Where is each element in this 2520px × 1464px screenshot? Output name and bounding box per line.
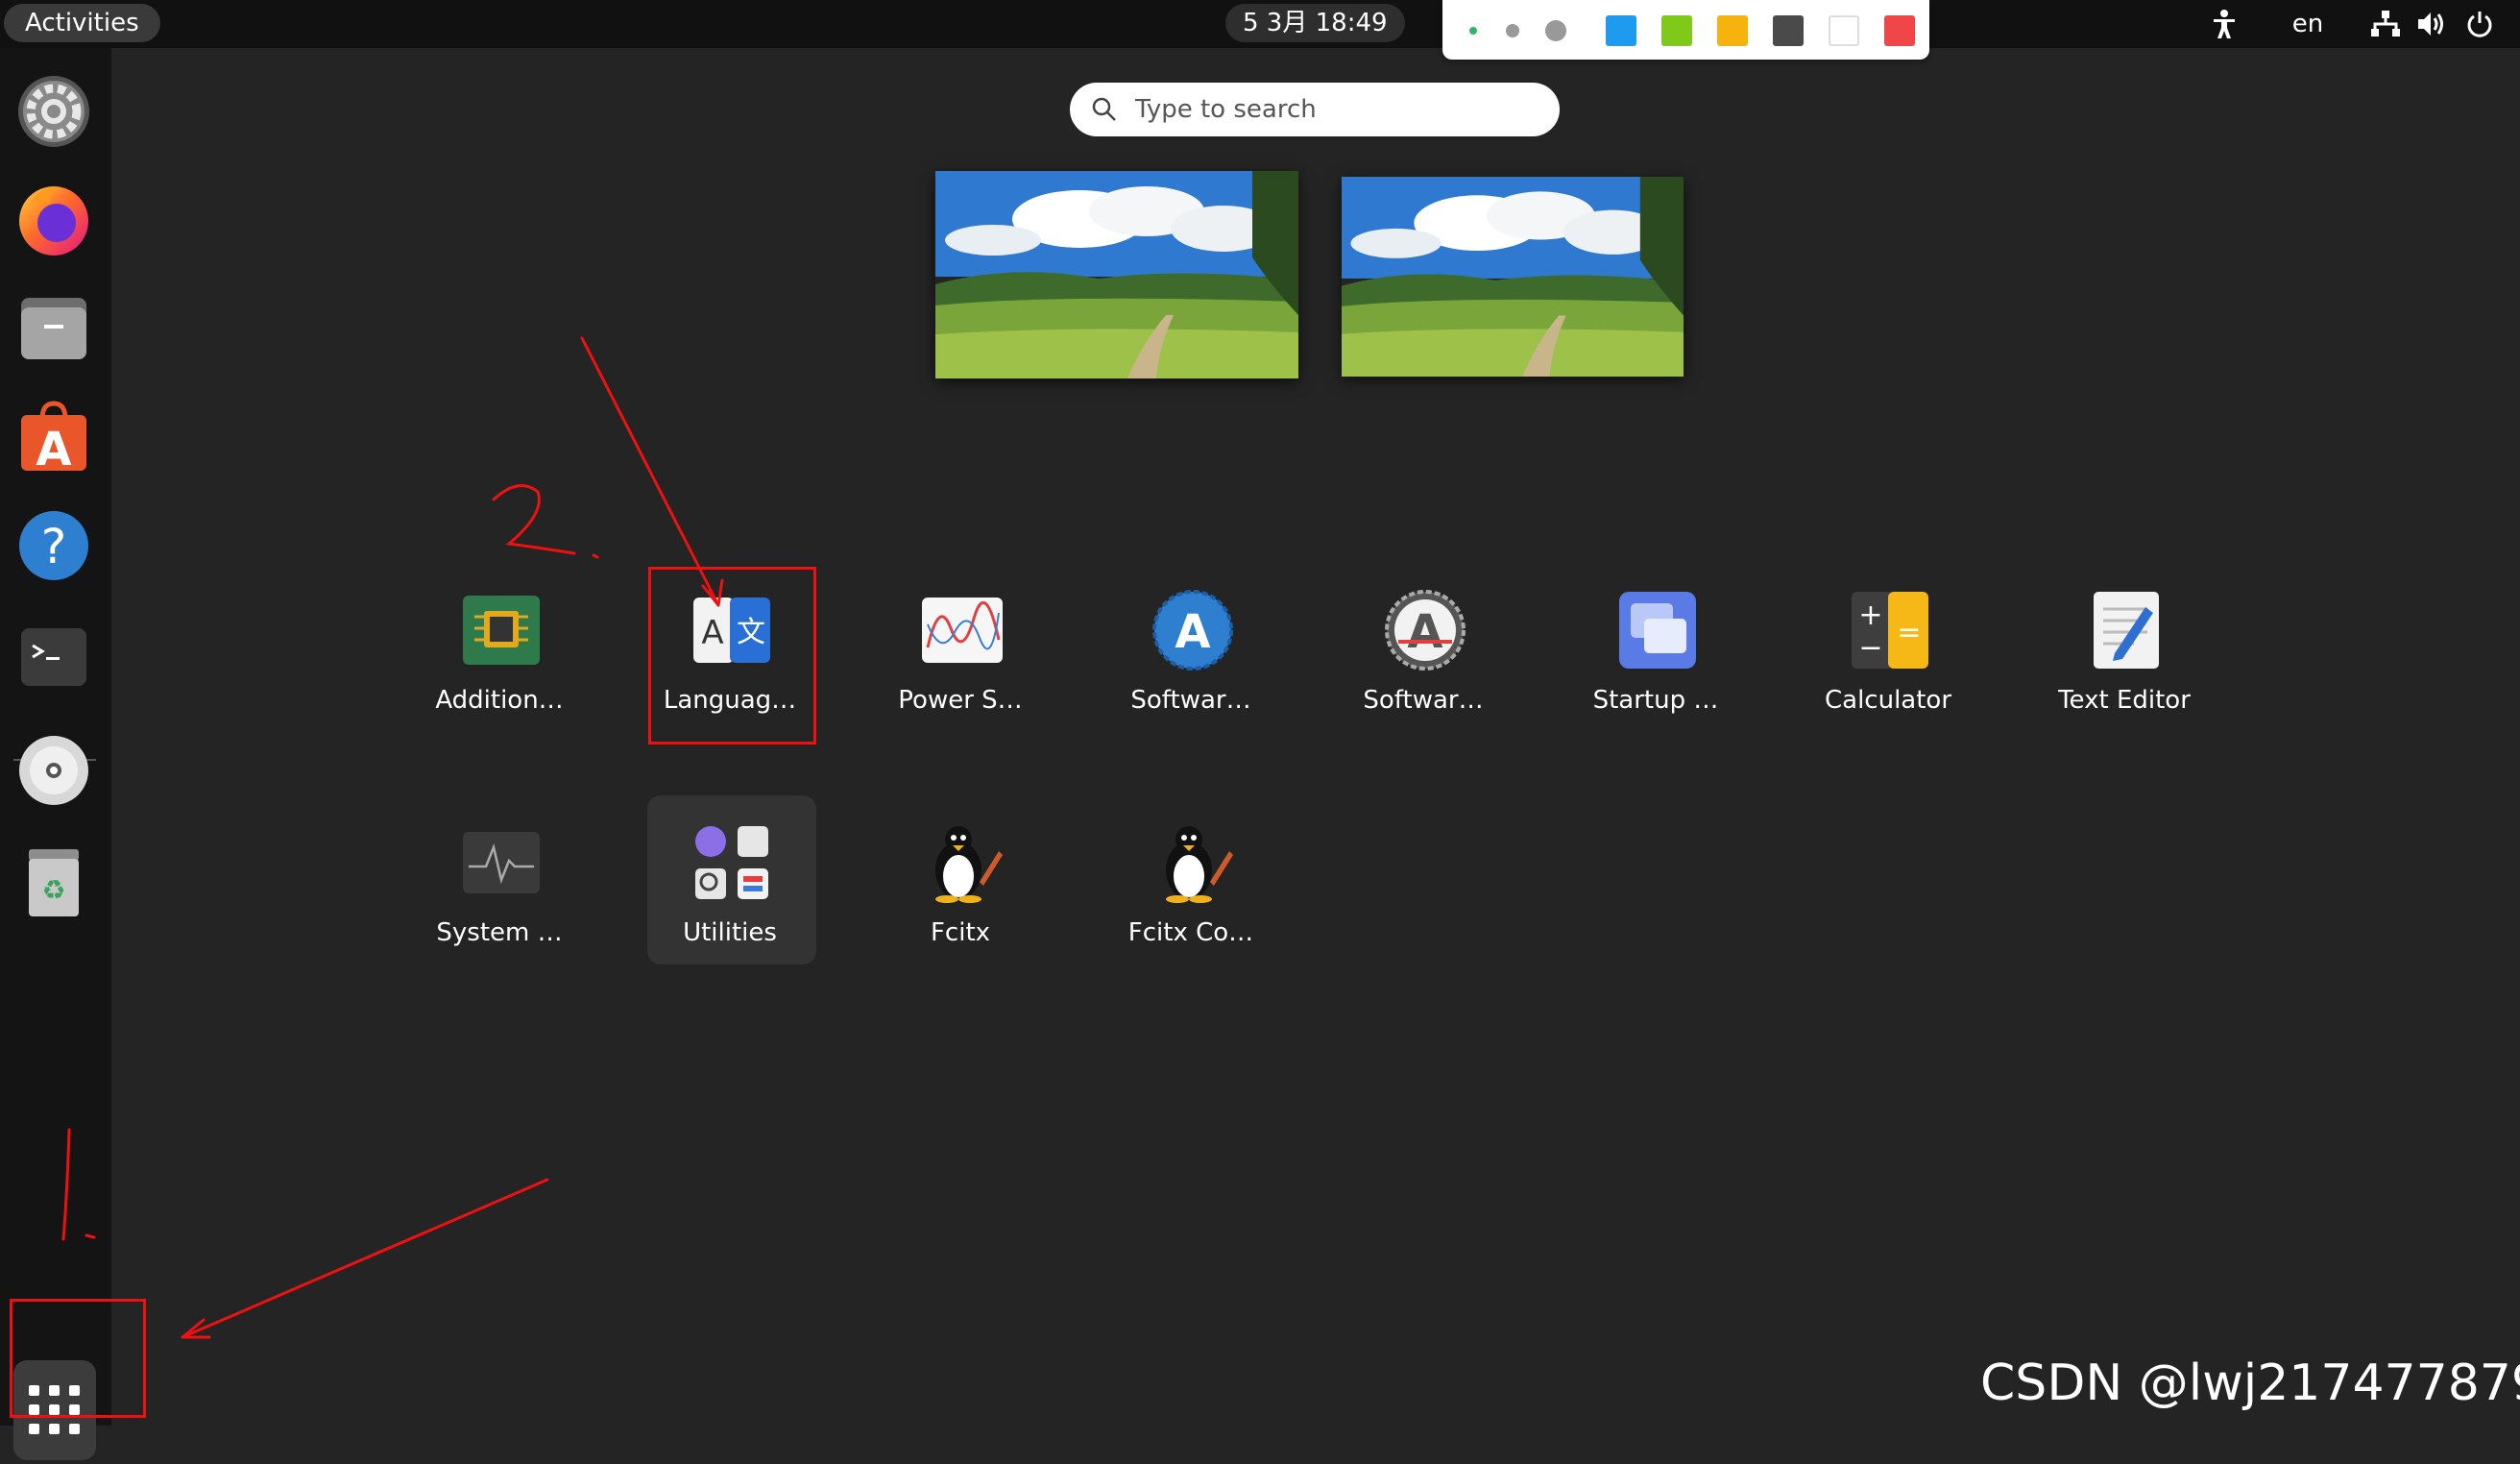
app-power-statistics[interactable]: Power S… [874,567,1047,740]
power-icon[interactable] [2462,0,2497,48]
app-system-monitor[interactable]: System … [413,799,586,972]
utilities-folder-icon [695,826,768,899]
clock-button[interactable]: 5 3月 18:49 [1225,4,1405,42]
dock: A ? ♻ [0,48,111,1460]
svg-text:♻: ♻ [41,874,65,906]
text-editor-icon [2094,592,2159,669]
swatch-red[interactable] [1884,15,1915,46]
app-additional-drivers[interactable]: Addition… [413,567,586,740]
app-folder-utilities[interactable]: Utilities [643,799,816,972]
penguin-icon [935,826,1003,903]
highlight-box-show-apps [10,1299,146,1418]
svg-text:A: A [36,423,71,475]
network-icon[interactable] [2368,0,2403,48]
firefox-icon[interactable] [15,181,92,257]
help-icon[interactable]: ? [15,507,92,584]
pen-size-medium[interactable] [1506,24,1519,37]
power-statistics-icon [922,598,1003,663]
volume-icon[interactable] [2414,0,2449,48]
swatch-green[interactable] [1661,15,1692,46]
workspace-thumbnail-1[interactable] [935,171,1298,378]
calculator-icon: +− = [1852,592,1928,669]
disc-icon[interactable] [15,732,92,809]
software-updater-icon: A [1152,590,1233,671]
svg-text:A: A [1175,605,1210,659]
svg-text:+: + [1858,598,1882,632]
pen-size-small[interactable] [1469,27,1477,35]
chip-icon [463,596,540,665]
swatch-white[interactable] [1829,15,1859,46]
swatch-yellow[interactable] [1717,15,1748,46]
app-text-editor[interactable]: Text Editor [2038,567,2211,740]
files-icon[interactable] [15,290,92,367]
software-properties-icon: A [1385,590,1466,671]
system-monitor-icon [463,832,540,893]
swatch-blue[interactable] [1606,15,1636,46]
csdn-watermark: CSDN @lwj2174778797 [1980,1354,2520,1412]
trash-icon[interactable]: ♻ [15,843,92,920]
swatch-gray[interactable] [1773,15,1804,46]
svg-text:A: A [1407,605,1442,659]
settings-icon[interactable] [15,73,92,150]
highlight-box-language-support [648,567,816,744]
svg-text:−: − [1858,631,1882,665]
pen-size-large[interactable] [1545,20,1566,41]
svg-text:=: = [1897,616,1921,649]
accessibility-icon[interactable] [2205,0,2243,48]
search-icon [1092,97,1116,121]
app-fcitx-configuration[interactable]: Fcitx Co… [1104,799,1277,972]
startup-icon [1619,592,1696,669]
app-software-updater[interactable]: A Softwar… [1104,567,1277,740]
activities-button[interactable]: Activities [4,4,160,42]
terminal-icon[interactable] [15,619,92,695]
app-fcitx[interactable]: Fcitx [874,799,1047,972]
input-language-indicator[interactable]: en [2286,0,2330,48]
svg-text:?: ? [41,519,67,574]
top-bar: Activities 5 3月 18:49 en [0,0,2520,60]
search-input[interactable]: Type to search [1070,83,1560,136]
app-software-properties[interactable]: A Softwar… [1337,567,1510,740]
search-placeholder: Type to search [1135,95,1317,124]
app-startup-applications[interactable]: Startup … [1569,567,1742,740]
workspace-thumbnail-2[interactable] [1342,177,1684,377]
app-calculator[interactable]: + − = Calculator [1802,567,1975,740]
app-center-icon[interactable]: A [15,398,92,476]
penguin-icon [1166,826,1233,903]
screenshot-color-palette [1442,0,1929,60]
